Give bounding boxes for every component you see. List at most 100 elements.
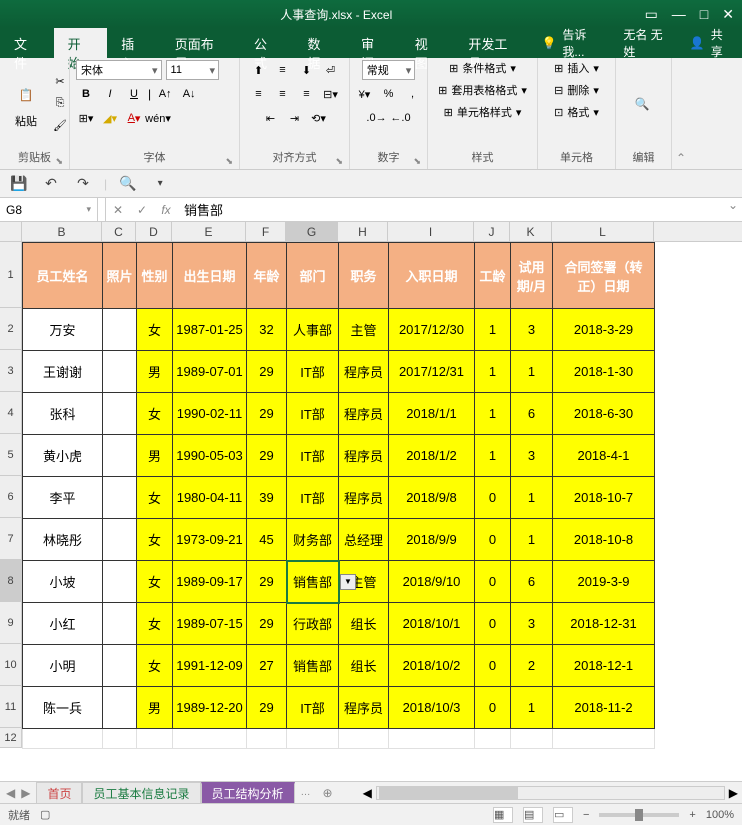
cell[interactable]: 2 — [511, 645, 553, 687]
cell[interactable] — [23, 729, 103, 749]
cell[interactable]: 29 — [247, 687, 287, 729]
cell[interactable]: IT部 — [287, 477, 339, 519]
row-header-5[interactable]: 5 — [0, 434, 22, 476]
column-header-F[interactable]: F — [246, 222, 286, 241]
row-header-12[interactable]: 12 — [0, 728, 22, 748]
cell[interactable]: 2019-3-9 — [553, 561, 655, 603]
hscroll-left[interactable]: ◀ — [359, 786, 376, 800]
cell[interactable]: 2018-12-1 — [553, 645, 655, 687]
conditional-format-button[interactable]: ⊞条件格式▾ — [449, 60, 516, 76]
cell[interactable] — [137, 729, 173, 749]
grow-font-button[interactable]: A↑ — [155, 84, 175, 104]
table-format-button[interactable]: ⊞套用表格格式▾ — [438, 82, 527, 98]
ribbon-options-icon[interactable]: ▭ — [645, 6, 658, 23]
cell[interactable]: IT部 — [287, 687, 339, 729]
cell[interactable]: 29 — [247, 603, 287, 645]
format-cells-button[interactable]: ⊡格式▾ — [554, 104, 599, 120]
cell[interactable] — [103, 729, 137, 749]
align-dialog-launcher[interactable]: ⬊ — [335, 156, 343, 167]
cell[interactable]: 1989-09-17 — [173, 561, 247, 603]
cell[interactable]: 2018-10-8 — [553, 519, 655, 561]
border-button[interactable]: ⊞▾ — [76, 108, 96, 128]
row-header-6[interactable]: 6 — [0, 476, 22, 518]
tab-view[interactable]: 视图 — [401, 28, 455, 58]
table-header-cell[interactable]: 试用期/月 — [511, 243, 553, 309]
cell[interactable]: 男 — [137, 687, 173, 729]
share-button[interactable]: 👤 共享 — [682, 28, 742, 58]
cell[interactable]: 1989-12-20 — [173, 687, 247, 729]
enter-formula-button[interactable]: ✓ — [130, 203, 154, 217]
view-normal-button[interactable]: ▦ — [493, 807, 513, 823]
cell[interactable]: 1980-04-11 — [173, 477, 247, 519]
align-bottom-button[interactable]: ⬇ — [297, 60, 317, 80]
row-header-4[interactable]: 4 — [0, 392, 22, 434]
view-pagebreak-button[interactable]: ▭ — [553, 807, 573, 823]
cell[interactable]: 6 — [511, 561, 553, 603]
tab-layout[interactable]: 页面布局 — [161, 28, 240, 58]
cell[interactable]: 程序员 — [339, 351, 389, 393]
cut-icon[interactable]: ✂ — [50, 72, 70, 92]
print-preview-button[interactable]: 🔍 — [117, 173, 139, 195]
hscroll-right[interactable]: ▶ — [725, 786, 742, 800]
cell[interactable]: 女 — [137, 393, 173, 435]
cell[interactable] — [553, 729, 655, 749]
italic-button[interactable]: I — [100, 84, 120, 104]
cell[interactable] — [103, 393, 137, 435]
table-header-cell[interactable]: 职务 — [339, 243, 389, 309]
decrease-indent-button[interactable]: ⇤ — [261, 108, 281, 128]
cell[interactable]: 2018/10/3 — [389, 687, 475, 729]
select-all-button[interactable] — [0, 222, 22, 241]
tell-me[interactable]: 💡 告诉我... — [533, 28, 615, 58]
cell[interactable] — [103, 477, 137, 519]
paste-button[interactable]: 📋 粘贴 — [6, 75, 46, 133]
column-header-J[interactable]: J — [474, 222, 510, 241]
format-painter-icon[interactable]: 🖌 — [50, 116, 70, 136]
cell[interactable]: 总经理 — [339, 519, 389, 561]
cell[interactable]: 小明 — [23, 645, 103, 687]
row-header-2[interactable]: 2 — [0, 308, 22, 350]
cell[interactable] — [287, 729, 339, 749]
view-layout-button[interactable]: ▤ — [523, 807, 543, 823]
table-header-cell[interactable]: 合同签署（转正）日期 — [553, 243, 655, 309]
font-name-combo[interactable]: 宋体▾ — [76, 60, 162, 80]
cell[interactable]: 主管 — [339, 309, 389, 351]
table-header-cell[interactable]: 部门 — [287, 243, 339, 309]
cell[interactable]: 2018-12-31 — [553, 603, 655, 645]
cell[interactable]: 1991-12-09 — [173, 645, 247, 687]
align-middle-button[interactable]: ≡ — [273, 60, 293, 80]
selected-cell[interactable]: 销售部▼ — [287, 561, 339, 603]
column-header-H[interactable]: H — [338, 222, 388, 241]
cell[interactable]: 男 — [137, 351, 173, 393]
underline-button[interactable]: U — [124, 84, 144, 104]
redo-button[interactable]: ↷ — [72, 173, 94, 195]
column-header-I[interactable]: I — [388, 222, 474, 241]
cell[interactable]: 陈一兵 — [23, 687, 103, 729]
cell[interactable]: 1973-09-21 — [173, 519, 247, 561]
increase-indent-button[interactable]: ⇥ — [285, 108, 305, 128]
cell[interactable]: 3 — [511, 309, 553, 351]
copy-icon[interactable]: ⎘ — [50, 94, 70, 114]
bold-button[interactable]: B — [76, 84, 96, 104]
font-color-button[interactable]: A▾ — [124, 108, 144, 128]
row-header-1[interactable]: 1 — [0, 242, 22, 308]
cell[interactable]: 2018-4-1 — [553, 435, 655, 477]
cell[interactable]: 男 — [137, 435, 173, 477]
cell-dropdown-icon[interactable]: ▼ — [340, 574, 356, 590]
sheet-nav-prev[interactable]: ◀ — [6, 786, 15, 800]
tab-review[interactable]: 审阅 — [347, 28, 401, 58]
cell[interactable]: 1 — [475, 351, 511, 393]
tab-home[interactable]: 开始 — [54, 28, 108, 58]
increase-decimal-button[interactable]: .0→ — [367, 108, 387, 128]
column-header-B[interactable]: B — [22, 222, 102, 241]
currency-button[interactable]: ¥▾ — [355, 84, 375, 104]
cell[interactable]: 45 — [247, 519, 287, 561]
cell[interactable]: 2017/12/31 — [389, 351, 475, 393]
fx-icon[interactable]: fx — [154, 203, 178, 217]
cell[interactable]: 0 — [475, 519, 511, 561]
cell[interactable] — [103, 603, 137, 645]
collapse-ribbon-button[interactable]: ⌃ — [672, 58, 690, 169]
sheet-tab-2[interactable]: 员工基本信息记录 — [82, 782, 200, 803]
cell[interactable]: 组长 — [339, 603, 389, 645]
cell[interactable]: 2018-1-30 — [553, 351, 655, 393]
column-header-E[interactable]: E — [172, 222, 246, 241]
